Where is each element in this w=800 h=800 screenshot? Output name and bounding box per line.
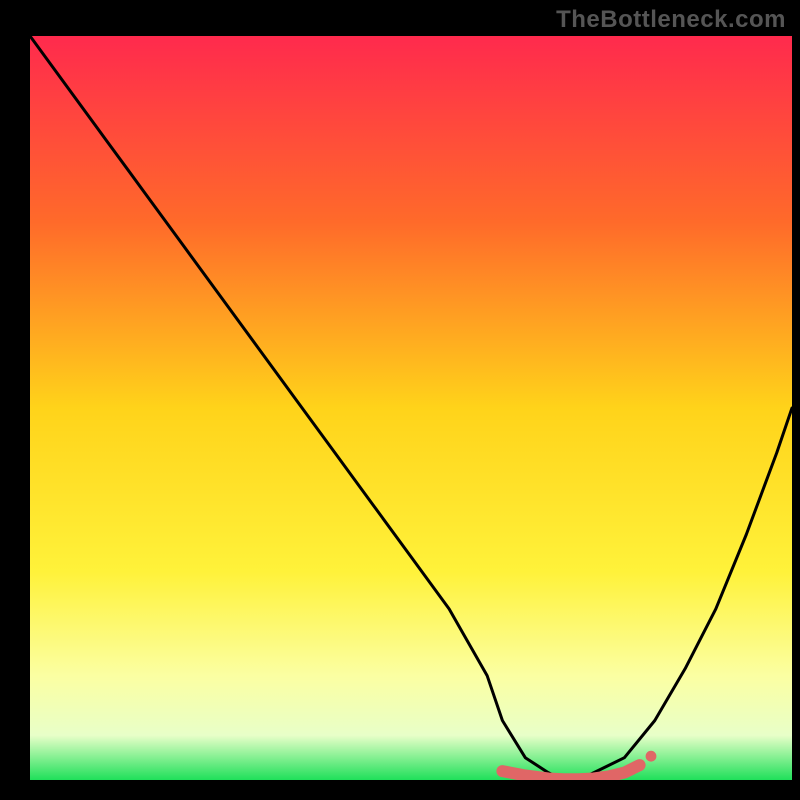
bottleneck-chart bbox=[0, 0, 800, 800]
gradient-background bbox=[30, 36, 792, 780]
watermark-text: TheBottleneck.com bbox=[556, 6, 786, 34]
optimal-band-end-dot bbox=[646, 751, 657, 762]
chart-stage: TheBottleneck.com bbox=[0, 0, 800, 800]
